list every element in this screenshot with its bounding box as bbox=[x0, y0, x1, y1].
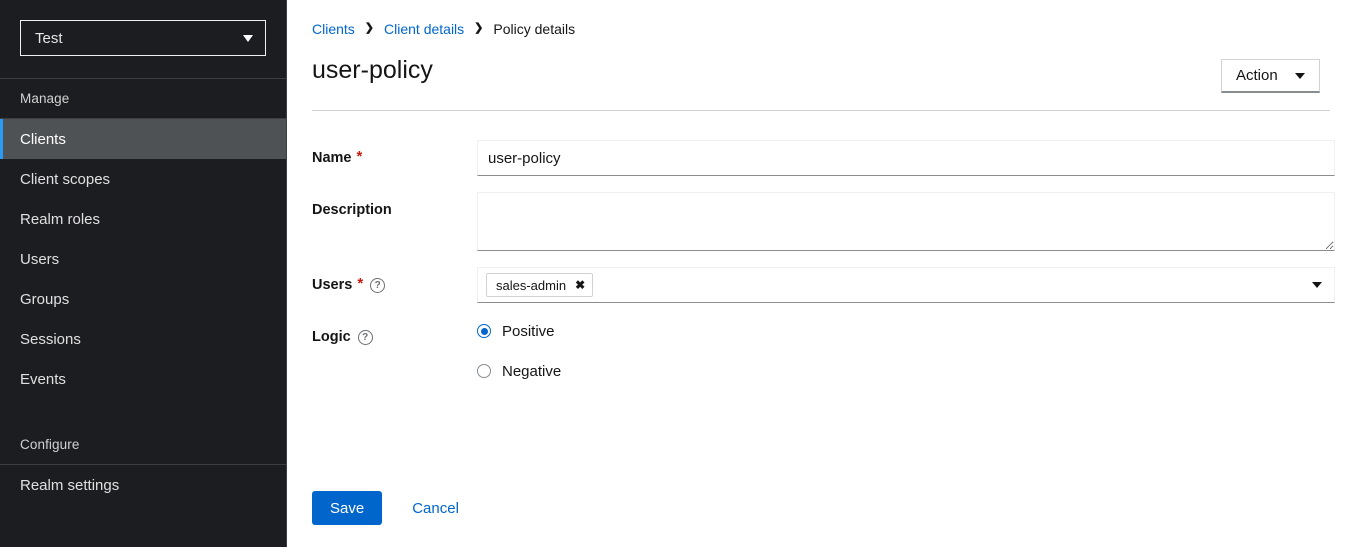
policy-details-form: Name * Description Users bbox=[287, 111, 1360, 401]
users-field-wrap: sales-admin ✖ bbox=[477, 267, 1335, 303]
app-root: Test Manage Clients Client scopes Realm … bbox=[0, 0, 1360, 547]
close-icon[interactable]: ✖ bbox=[575, 279, 585, 291]
sidebar-item-label: Events bbox=[20, 371, 66, 388]
description-label: Description bbox=[312, 201, 392, 220]
realm-selector-value: Test bbox=[35, 31, 243, 46]
user-chip[interactable]: sales-admin ✖ bbox=[486, 273, 593, 297]
save-button[interactable]: Save bbox=[312, 491, 382, 525]
form-row-name: Name * bbox=[312, 140, 1335, 176]
caret-down-icon bbox=[243, 35, 253, 42]
name-field-wrap bbox=[477, 140, 1335, 176]
radio-option-positive[interactable]: Positive bbox=[477, 321, 1335, 341]
page-title: user-policy bbox=[312, 55, 433, 85]
sidebar-item-label: Sessions bbox=[20, 331, 81, 348]
form-row-logic: Logic ? Positive Negative bbox=[312, 319, 1335, 401]
sidebar-item-realm-roles[interactable]: Realm roles bbox=[0, 199, 286, 239]
sidebar-item-realm-settings[interactable]: Realm settings bbox=[0, 465, 286, 505]
caret-down-icon bbox=[1295, 73, 1305, 79]
breadcrumb-item-clients[interactable]: Clients bbox=[312, 21, 355, 37]
caret-down-icon[interactable] bbox=[1312, 282, 1322, 288]
radio-button-negative[interactable] bbox=[477, 364, 491, 378]
breadcrumb-item-policy-details: Policy details bbox=[493, 21, 575, 37]
radio-button-positive[interactable] bbox=[477, 324, 491, 338]
chevron-right-icon: ❯ bbox=[365, 23, 374, 34]
cancel-button[interactable]: Cancel bbox=[402, 491, 469, 525]
radio-label-positive: Positive bbox=[502, 323, 555, 340]
nav-spacer bbox=[0, 399, 286, 425]
logic-radio-group: Positive Negative bbox=[477, 319, 1335, 401]
sidebar-item-clients[interactable]: Clients bbox=[0, 119, 286, 159]
sidebar-item-label: Users bbox=[20, 251, 59, 268]
sidebar-item-label: Realm roles bbox=[20, 211, 100, 228]
sidebar-item-events[interactable]: Events bbox=[0, 359, 286, 399]
sidebar-item-client-scopes[interactable]: Client scopes bbox=[0, 159, 286, 199]
help-circle-icon[interactable]: ? bbox=[370, 278, 385, 293]
nav-section-configure: Configure Realm settings bbox=[0, 425, 286, 505]
page-header: Clients ❯ Client details ❯ Policy detail… bbox=[287, 0, 1360, 111]
sidebar-item-label: Groups bbox=[20, 291, 69, 308]
users-label: Users bbox=[312, 276, 352, 295]
help-circle-icon[interactable]: ? bbox=[358, 330, 373, 345]
form-actions: Save Cancel bbox=[287, 491, 1360, 525]
name-label: Name bbox=[312, 149, 352, 168]
sidebar-item-label: Clients bbox=[20, 131, 66, 148]
nav-section-manage: Manage Clients Client scopes Realm roles… bbox=[0, 78, 286, 399]
chevron-right-icon: ❯ bbox=[474, 23, 483, 34]
action-dropdown-button[interactable]: Action bbox=[1221, 59, 1320, 93]
description-label-group: Description bbox=[312, 192, 477, 251]
radio-option-negative[interactable]: Negative bbox=[477, 361, 1335, 381]
breadcrumb-item-client-details[interactable]: Client details bbox=[384, 21, 464, 37]
sidebar-item-sessions[interactable]: Sessions bbox=[0, 319, 286, 359]
user-chip-label: sales-admin bbox=[496, 278, 566, 293]
required-indicator: * bbox=[357, 276, 363, 291]
users-multiselect[interactable]: sales-admin ✖ bbox=[477, 267, 1335, 303]
action-dropdown-label: Action bbox=[1236, 67, 1278, 84]
radio-label-negative: Negative bbox=[502, 363, 561, 380]
required-indicator: * bbox=[357, 149, 363, 164]
sidebar-item-label: Client scopes bbox=[20, 171, 110, 188]
users-chip-group: sales-admin ✖ bbox=[486, 273, 1312, 297]
realm-selector-container: Test bbox=[0, 0, 286, 56]
description-field-wrap bbox=[477, 192, 1335, 251]
realm-selector[interactable]: Test bbox=[20, 20, 266, 56]
nav-section-title-manage: Manage bbox=[0, 79, 286, 118]
sidebar: Test Manage Clients Client scopes Realm … bbox=[0, 0, 287, 547]
sidebar-item-groups[interactable]: Groups bbox=[0, 279, 286, 319]
form-row-users: Users * ? sales-admin ✖ bbox=[312, 267, 1335, 303]
users-label-group: Users * ? bbox=[312, 267, 477, 303]
sidebar-item-label: Realm settings bbox=[20, 477, 119, 494]
nav-section-title-configure: Configure bbox=[0, 425, 286, 464]
title-row: user-policy Action bbox=[312, 55, 1330, 93]
name-input[interactable] bbox=[477, 140, 1335, 176]
description-textarea[interactable] bbox=[477, 192, 1335, 251]
main-content: Clients ❯ Client details ❯ Policy detail… bbox=[287, 0, 1360, 547]
logic-label-group: Logic ? bbox=[312, 319, 477, 401]
breadcrumb: Clients ❯ Client details ❯ Policy detail… bbox=[312, 18, 1330, 40]
sidebar-item-users[interactable]: Users bbox=[0, 239, 286, 279]
logic-label: Logic bbox=[312, 328, 351, 347]
form-row-description: Description bbox=[312, 192, 1335, 251]
name-label-group: Name * bbox=[312, 140, 477, 176]
